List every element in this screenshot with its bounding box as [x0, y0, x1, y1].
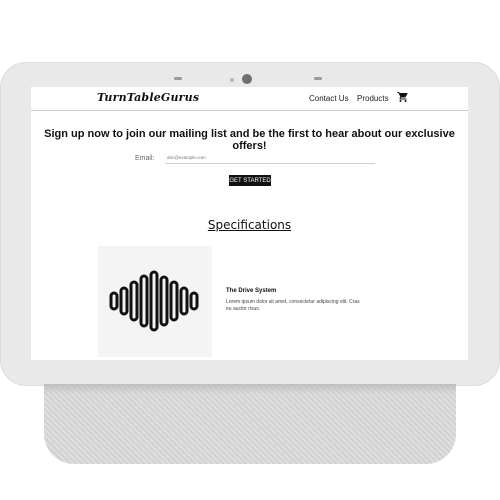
sensor-icon [314, 77, 322, 80]
indicator-icon [230, 78, 234, 82]
navbar: TurnTableGurus Contact Us Products [31, 87, 468, 111]
stand-shadow [44, 384, 456, 394]
soundwave-icon [109, 270, 199, 332]
spec-image [98, 246, 212, 357]
specifications-title: Specifications [207, 218, 292, 232]
screen: TurnTableGurus Contact Us Products Sign … [31, 87, 468, 360]
cart-icon[interactable] [397, 91, 409, 103]
spec-item-text: Lorem ipsum dolor sit amet, consectetur … [226, 299, 360, 312]
email-label: Email: [135, 155, 155, 162]
email-field[interactable] [165, 152, 375, 164]
nav-link-products[interactable]: Products [357, 94, 389, 103]
sensor-icon [174, 77, 182, 80]
signup-headline: Sign up now to join our mailing list and… [44, 128, 455, 152]
camera-icon [242, 74, 252, 84]
nav-link-contact[interactable]: Contact Us [309, 94, 349, 103]
device-stand [44, 384, 456, 464]
spec-item-title: The Drive System [226, 288, 277, 294]
get-started-button[interactable]: GET STARTED [229, 175, 271, 186]
brand-logo[interactable]: TurnTableGurus [97, 91, 199, 104]
